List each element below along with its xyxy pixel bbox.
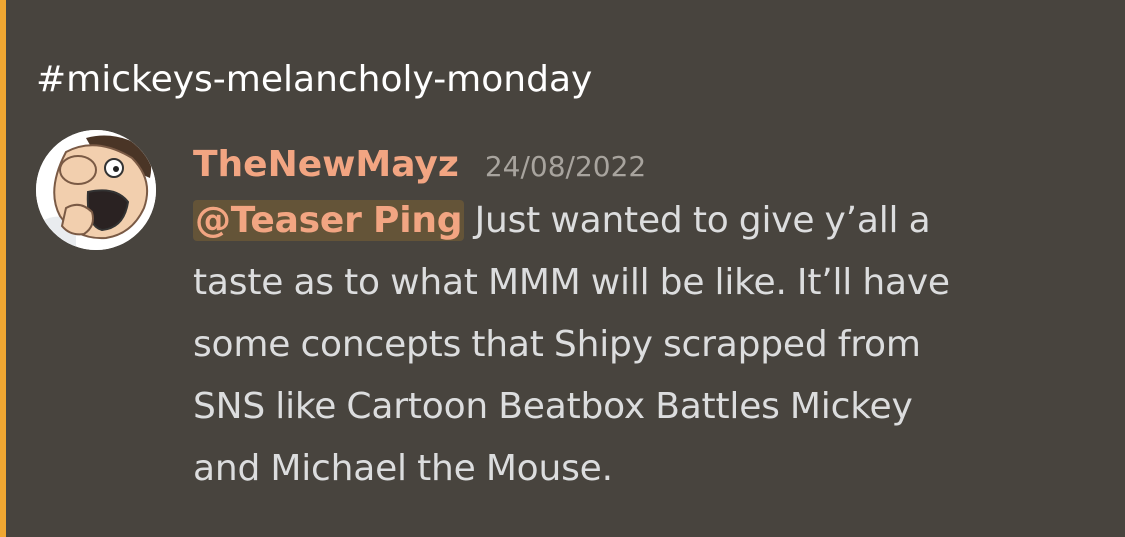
accent-bar xyxy=(0,0,6,537)
message-timestamp[interactable]: 24/08/2022 xyxy=(485,146,646,183)
message-embed: #mickeys-melancholy-monday TheNewMayz 24… xyxy=(0,0,1125,537)
message-line-1: @Teaser Ping Just wanted to give y’all a xyxy=(193,190,1093,252)
message-line-4: SNS like Cartoon Beatbox Battles Mickey xyxy=(193,386,913,427)
message-header: TheNewMayz 24/08/2022 xyxy=(193,138,1093,190)
message-text-1: Just wanted to give y’all a xyxy=(464,200,931,241)
message-line-5: and Michael the Mouse. xyxy=(193,448,613,489)
author-username[interactable]: TheNewMayz xyxy=(193,144,459,185)
channel-name[interactable]: #mickeys-melancholy-monday xyxy=(36,54,592,106)
message-line-3: some concepts that Shipy scrapped from xyxy=(193,324,921,365)
message-content: @Teaser Ping Just wanted to give y’all a… xyxy=(193,190,1093,500)
message-line-2: taste as to what MMM will be like. It’ll… xyxy=(193,262,950,303)
chat-message: TheNewMayz 24/08/2022 @Teaser Ping Just … xyxy=(193,138,1093,500)
role-mention[interactable]: @Teaser Ping xyxy=(193,200,465,241)
user-avatar-icon[interactable] xyxy=(36,130,156,250)
